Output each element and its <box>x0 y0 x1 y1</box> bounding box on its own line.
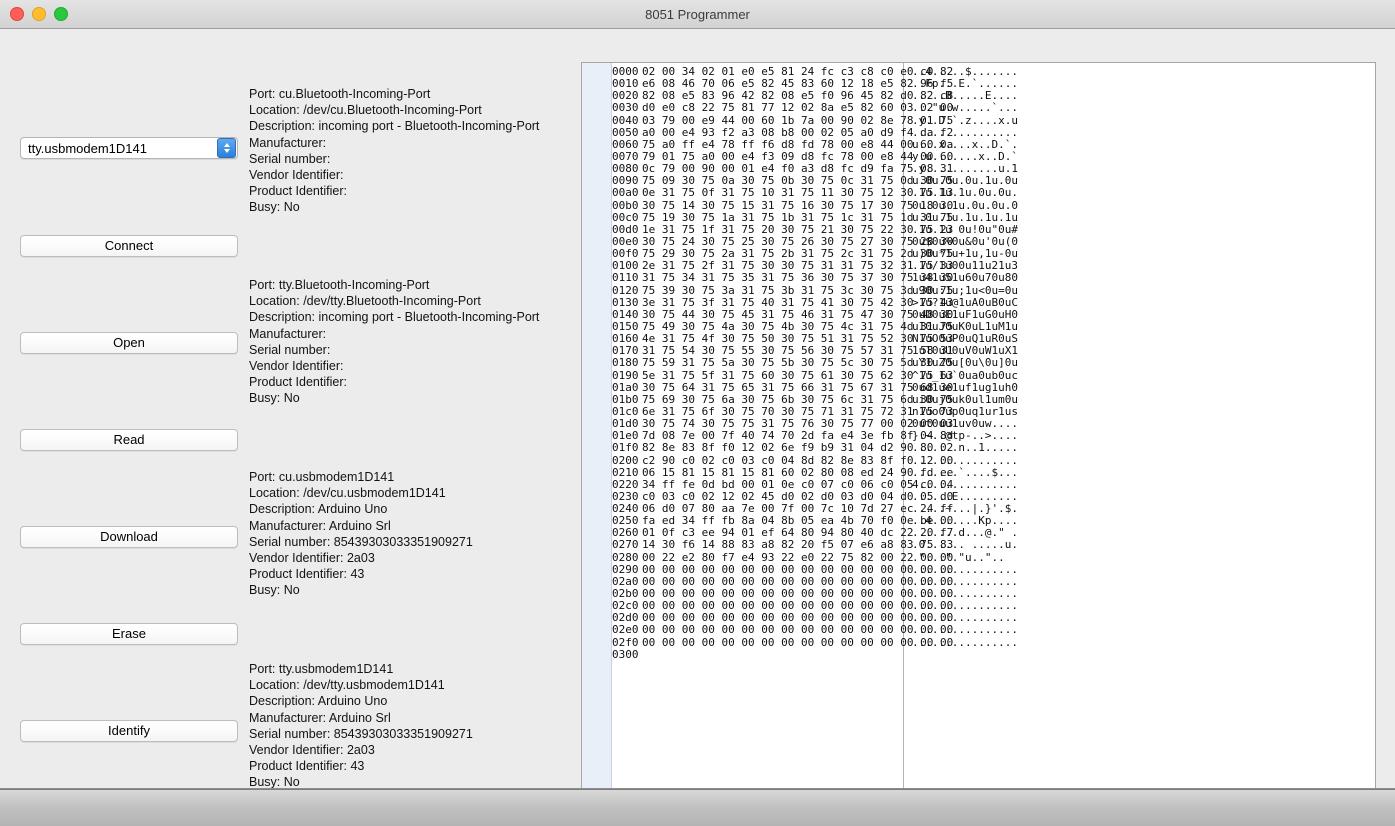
port-manufacturer: Manufacturer: Arduino Srl <box>249 518 391 533</box>
hex-ascii-row: .0...... .....u. <box>912 538 1018 552</box>
port-manufacturer: Manufacturer: <box>249 135 327 150</box>
hex-ascii-row: .1u.1u.1u.0u.0u. <box>912 186 1018 200</box>
hex-ascii-row: 0ud1ue1uf1ug1uh0 <box>912 380 1018 394</box>
port-name: Port: tty.Bluetooth-Incoming-Port <box>249 278 430 292</box>
port-busy: Busy: No <box>249 200 300 215</box>
hex-bytes-pane[interactable]: 0000 02 00 34 02 01 e0 e5 81 24 fc c3 c8 … <box>612 63 953 788</box>
hex-row: 02f0 00 00 00 00 00 00 00 00 00 00 00 00 … <box>612 635 953 649</box>
port-info-block: Port: tty.Bluetooth-Incoming-Port Locati… <box>249 277 539 407</box>
hex-ascii-row: .y..D.`.z....x.u <box>912 113 1018 127</box>
hex-ascii-row: ..."u.w.....`... <box>912 101 1018 115</box>
port-vendor-id: Vendor Identifier: <box>249 358 344 373</box>
hex-offset-gutter <box>582 63 612 788</box>
hex-ascii-row: .......n..1..... <box>912 441 1018 455</box>
port-select[interactable]: tty.usbmodem1D141 <box>20 137 238 159</box>
chevron-updown-icon[interactable] <box>217 138 236 158</box>
hex-offset: 0270 <box>612 538 639 552</box>
hex-ascii-row: u.0u.1u.1u.1u.1u <box>912 210 1018 224</box>
main-content: tty.usbmodem1D141 Connect Open Read Down… <box>0 29 1395 789</box>
port-vendor-id: Vendor Identifier: 2a03 <box>249 550 375 565</box>
hex-ascii-row: >1u?1u@1uA0uB0uC <box>912 295 1018 309</box>
port-info-panel: Port: cu.Bluetooth-Incoming-Port Locatio… <box>249 29 569 788</box>
window-controls <box>10 0 68 28</box>
hex-ascii-row: ................ <box>912 623 1018 637</box>
port-select-value: tty.usbmodem1D141 <box>28 140 147 156</box>
hex-ascii-row: ."..."."u..".. <box>912 550 1005 564</box>
hex-ascii-row: 1u41u51u60u70u80 <box>912 271 1018 285</box>
port-serial: Serial number: <box>249 342 331 357</box>
port-serial: Serial number: 85439303033351909271 <box>249 534 473 549</box>
hex-ascii-row: uY1uZ0u[0u\0u]0u <box>912 356 1018 370</box>
hex-offset: 0190 <box>612 368 639 382</box>
hex-end-offset: 0300 <box>612 647 639 661</box>
hex-ascii-row: ................ <box>912 635 1018 649</box>
port-manufacturer: Manufacturer: Arduino Srl <box>249 710 391 725</box>
port-manufacturer: Manufacturer: <box>249 326 327 341</box>
port-product-id: Product Identifier: 43 <box>249 759 365 774</box>
identify-button[interactable]: Identify <box>20 720 238 742</box>
hex-offset: 02e0 <box>612 623 639 637</box>
hex-offset: 0040 <box>612 113 639 127</box>
download-button[interactable]: Download <box>20 526 238 548</box>
port-description: Description: Arduino Uno <box>249 694 388 709</box>
port-vendor-id: Vendor Identifier: <box>249 167 344 182</box>
port-serial: Serial number: 85439303033351909271 <box>249 726 473 741</box>
hex-offset: 01f0 <box>612 441 639 455</box>
hex-offset: 0030 <box>612 101 639 115</box>
port-serial: Serial number: <box>249 151 331 166</box>
port-vendor-id: Vendor Identifier: 2a03 <box>249 742 375 757</box>
port-location: Location: /dev/tty.usbmodem1D141 <box>249 678 445 693</box>
app-window: 8051 Programmer tty.usbmodem1D141 Connec… <box>0 0 1395 826</box>
port-description: Description: Arduino Uno <box>249 502 388 517</box>
hex-offset: 00a0 <box>612 186 639 200</box>
port-info-block: Port: tty.usbmodem1D141 Location: /dev/t… <box>249 661 473 789</box>
hex-offset: 0200 <box>612 453 639 467</box>
port-name: Port: cu.Bluetooth-Incoming-Port <box>249 87 431 101</box>
port-description: Description: incoming port - Bluetooth-I… <box>249 119 540 134</box>
hex-offset: 0130 <box>612 295 639 309</box>
connect-button[interactable]: Connect <box>20 235 238 257</box>
hex-offset: 01a0 <box>612 380 639 394</box>
hex-viewer[interactable]: 0000 02 00 34 02 01 e0 e5 81 24 fc c3 c8 … <box>581 62 1376 788</box>
minimize-button[interactable] <box>32 7 46 21</box>
hex-row-end: 0300 <box>612 647 903 661</box>
hex-offset: 0180 <box>612 356 639 370</box>
port-product-id: Product Identifier: <box>249 184 347 199</box>
hex-offset: 0110 <box>612 271 639 285</box>
title-bar: 8051 Programmer <box>0 0 1395 29</box>
status-bar <box>0 789 1395 826</box>
maximize-button[interactable] <box>54 7 68 21</box>
erase-button[interactable]: Erase <box>20 623 238 645</box>
hex-offset: 02f0 <box>612 635 639 649</box>
port-name: Port: tty.usbmodem1D141 <box>249 662 394 676</box>
port-description: Description: incoming port - Bluetooth-I… <box>249 310 540 325</box>
hex-offset: 0210 <box>612 465 639 479</box>
port-product-id: Product Identifier: <box>249 375 347 390</box>
close-button[interactable] <box>10 7 24 21</box>
window-title: 8051 Programmer <box>645 6 750 22</box>
port-product-id: Product Identifier: 43 <box>249 567 365 582</box>
port-busy: Busy: No <box>249 391 300 406</box>
hex-offset: 0280 <box>612 550 639 564</box>
port-location: Location: /dev/cu.Bluetooth-Incoming-Por… <box>249 103 482 118</box>
port-location: Location: /dev/tty.Bluetooth-Incoming-Po… <box>249 294 481 309</box>
port-location: Location: /dev/cu.usbmodem1D141 <box>249 486 446 501</box>
sidebar: tty.usbmodem1D141 Connect Open Read Down… <box>20 29 240 788</box>
hex-ascii-pane[interactable]: ..4.....$....... ..Fp...E.`...... .....B..… <box>904 63 1375 788</box>
read-button[interactable]: Read <box>20 429 238 451</box>
hex-ascii-row: 0u.0u.1u.0u.0u.0 <box>912 198 1018 212</box>
hex-ascii-row: u90u:1u;1u<0u=0u <box>912 283 1018 297</box>
hex-offset: 0120 <box>612 283 639 297</box>
hex-ascii-row: ................ <box>912 453 1018 467</box>
hex-ascii-row: .......`....$... <box>912 465 1018 479</box>
port-busy: Busy: No <box>249 583 300 598</box>
hex-ascii-row: ^1u_1u`0ua0ub0uc <box>912 368 1018 382</box>
port-info-block: Port: cu.Bluetooth-Incoming-Port Locatio… <box>249 86 539 216</box>
open-button[interactable]: Open <box>20 332 238 354</box>
port-name: Port: cu.usbmodem1D141 <box>249 470 395 484</box>
port-busy: Busy: No <box>249 775 300 789</box>
hex-offset: 00b0 <box>612 198 639 212</box>
port-info-block: Port: cu.usbmodem1D141 Location: /dev/cu… <box>249 469 473 599</box>
